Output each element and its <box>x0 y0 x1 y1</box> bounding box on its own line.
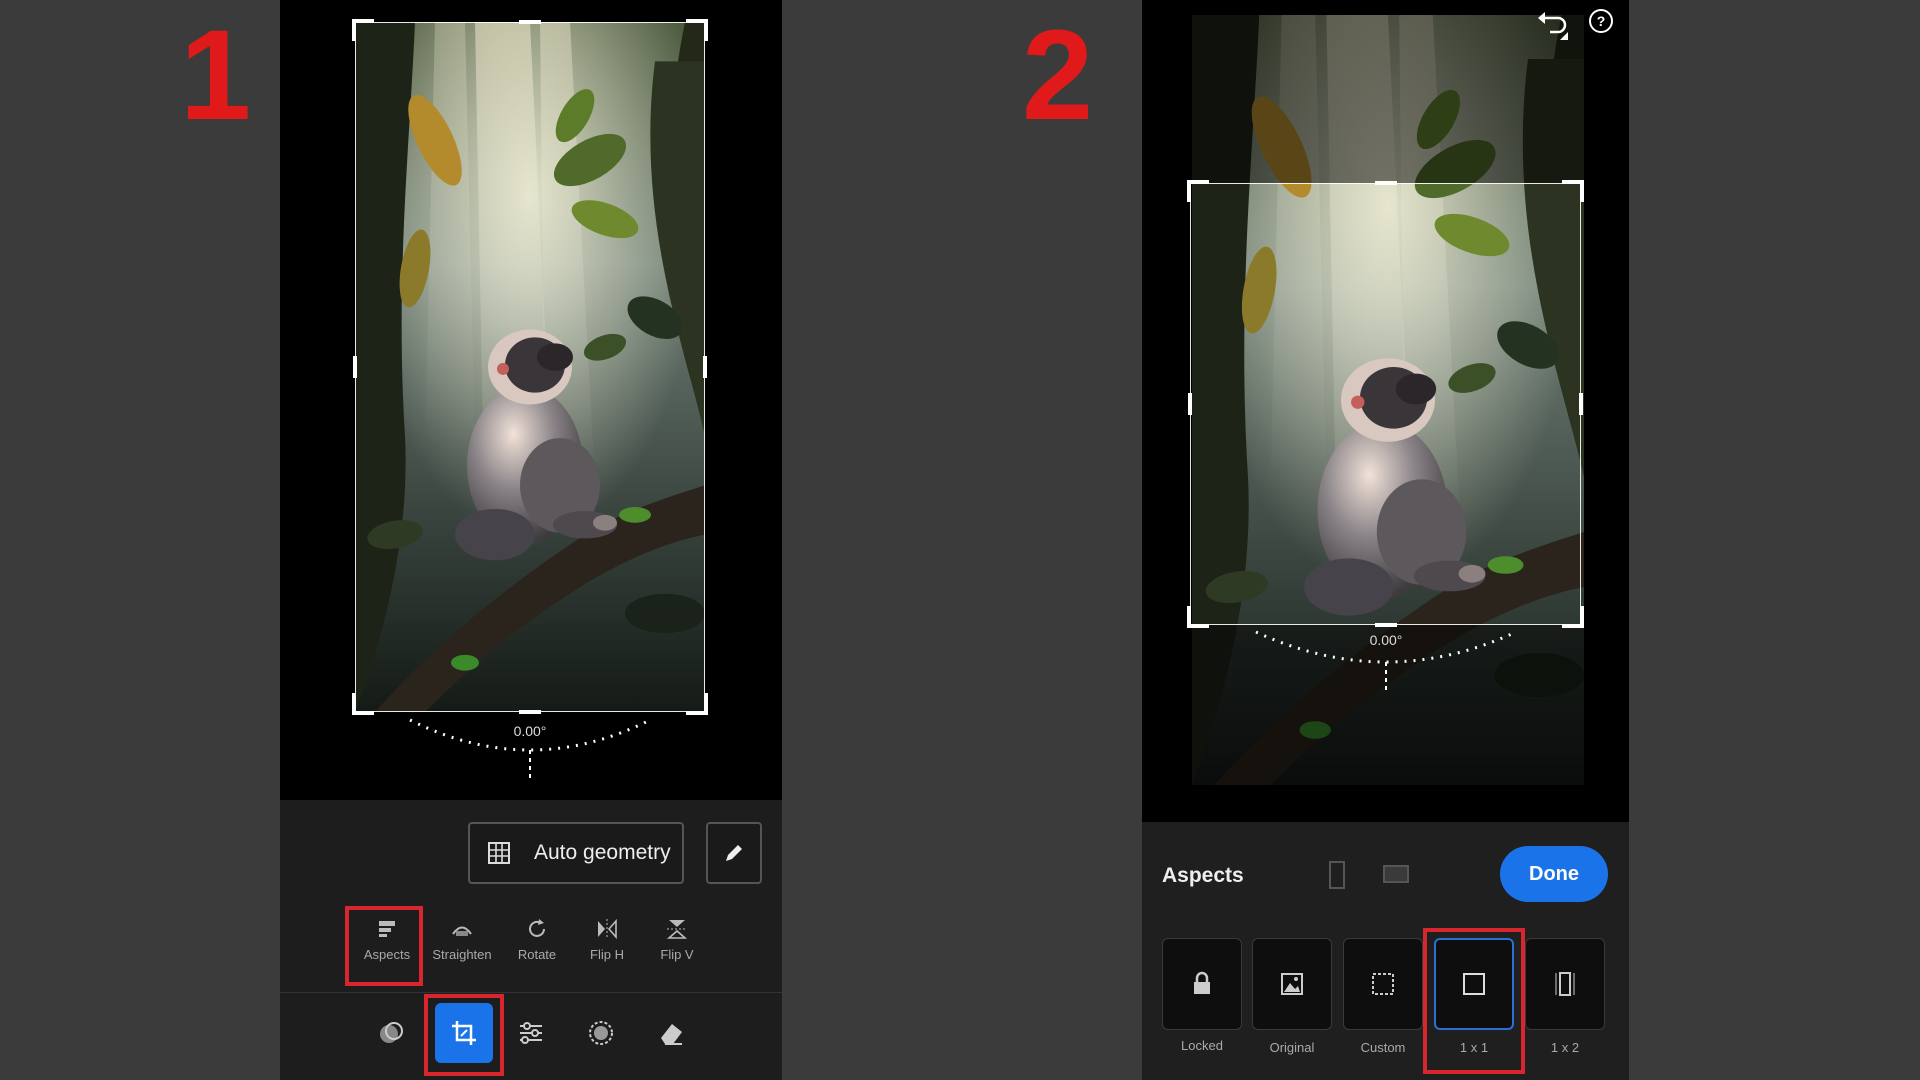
adjustments-icon[interactable] <box>516 1018 546 1048</box>
aspect-locked-label: Locked <box>1181 1038 1223 1053</box>
phone-screen-crop-tools: 0.00° <box>280 0 782 800</box>
aspects-panel: Aspects Done Locked Original Custom 1 x … <box>1142 822 1629 1080</box>
step-number-two: 2 <box>1022 4 1094 147</box>
aspect-1x2[interactable] <box>1525 938 1605 1030</box>
flip-v-icon <box>666 920 688 939</box>
crop-mask-top <box>1192 15 1584 183</box>
straighten-dial[interactable] <box>400 700 660 780</box>
aspects-panel-title: Aspects <box>1162 864 1244 887</box>
crop-handle-bottom-right[interactable] <box>1562 606 1584 628</box>
auto-geometry-icon <box>488 842 510 864</box>
tool-flip-h[interactable]: Flip H <box>572 905 642 975</box>
tool-rotate[interactable]: Rotate <box>502 905 572 975</box>
crop-handle-bottom-left[interactable] <box>352 693 374 715</box>
edit-pencil-button[interactable] <box>706 822 762 884</box>
auto-geometry-label: Auto geometry <box>534 841 671 864</box>
crop-frame[interactable] <box>352 19 708 715</box>
crop-tools-panel: Auto geometry Aspects Straighten Rotate … <box>280 800 782 1080</box>
straighten-icon <box>452 926 472 936</box>
crop-frame-square[interactable] <box>1187 180 1584 628</box>
aspects-icon <box>379 921 395 937</box>
crop-handle-right[interactable] <box>703 356 707 378</box>
crop-handle-top[interactable] <box>1374 181 1397 185</box>
crop-handle-left[interactable] <box>1188 393 1192 415</box>
eraser-icon[interactable] <box>656 1018 686 1048</box>
effects-icon[interactable] <box>586 1018 616 1048</box>
tool-flip-v[interactable]: Flip V <box>642 905 712 975</box>
tool-rotate-label: Rotate <box>517 947 557 962</box>
pencil-icon <box>726 845 742 861</box>
aspect-1x2-label: 1 x 2 <box>1550 1040 1580 1055</box>
auto-geometry-button[interactable]: Auto geometry <box>468 822 684 884</box>
crop-handle-top-right[interactable] <box>1562 180 1584 202</box>
tool-flip-v-label: Flip V <box>660 947 694 962</box>
presets-icon[interactable] <box>376 1018 406 1048</box>
angle-readout: 0.00° <box>513 723 547 739</box>
aspect-custom[interactable] <box>1343 938 1423 1030</box>
panel-divider <box>280 992 782 993</box>
step-number-one: 1 <box>180 4 252 147</box>
straighten-dial[interactable] <box>1246 612 1526 692</box>
crop-tool-button[interactable] <box>435 1003 493 1063</box>
flip-h-icon <box>598 918 617 940</box>
tool-straighten-label: Straighten <box>432 947 492 962</box>
help-icon[interactable]: ? <box>1588 8 1614 34</box>
undo-icon[interactable] <box>1534 6 1568 40</box>
aspect-custom-label: Custom <box>1360 1040 1406 1055</box>
landscape-orientation-icon[interactable] <box>1382 864 1410 884</box>
crop-handle-top-right[interactable] <box>686 19 708 41</box>
svg-text:?: ? <box>1597 13 1606 29</box>
portrait-icon <box>1555 972 1575 996</box>
aspect-locked[interactable] <box>1162 938 1242 1030</box>
tool-aspects[interactable]: Aspects <box>352 905 422 975</box>
aspect-1x1-label: 1 x 1 <box>1459 1040 1489 1055</box>
crop-handle-left[interactable] <box>353 356 357 378</box>
crop-handle-top[interactable] <box>519 20 541 24</box>
image-icon <box>1281 973 1303 995</box>
lock-icon <box>1194 971 1210 994</box>
crop-handle-bottom-right[interactable] <box>686 693 708 715</box>
tool-straighten[interactable]: Straighten <box>427 905 497 975</box>
aspect-original-label: Original <box>1269 1040 1315 1055</box>
crop-handle-top-left[interactable] <box>1187 180 1209 202</box>
portrait-orientation-icon[interactable] <box>1328 860 1346 890</box>
phone-screen-aspects: ? 0.00° <box>1142 0 1629 822</box>
crop-icon <box>452 1021 476 1045</box>
crop-handle-bottom-left[interactable] <box>1187 606 1209 628</box>
crop-handle-top-left[interactable] <box>352 19 374 41</box>
custom-frame-icon <box>1372 973 1394 995</box>
square-icon <box>1463 973 1485 995</box>
rotate-icon <box>529 919 545 937</box>
crop-handle-right[interactable] <box>1579 393 1583 415</box>
tool-aspects-label: Aspects <box>363 947 411 962</box>
done-button[interactable]: Done <box>1500 846 1608 902</box>
aspect-1x1[interactable] <box>1434 938 1514 1030</box>
aspect-original[interactable] <box>1252 938 1332 1030</box>
angle-readout: 0.00° <box>1369 632 1403 648</box>
tool-flip-h-label: Flip H <box>590 947 624 962</box>
